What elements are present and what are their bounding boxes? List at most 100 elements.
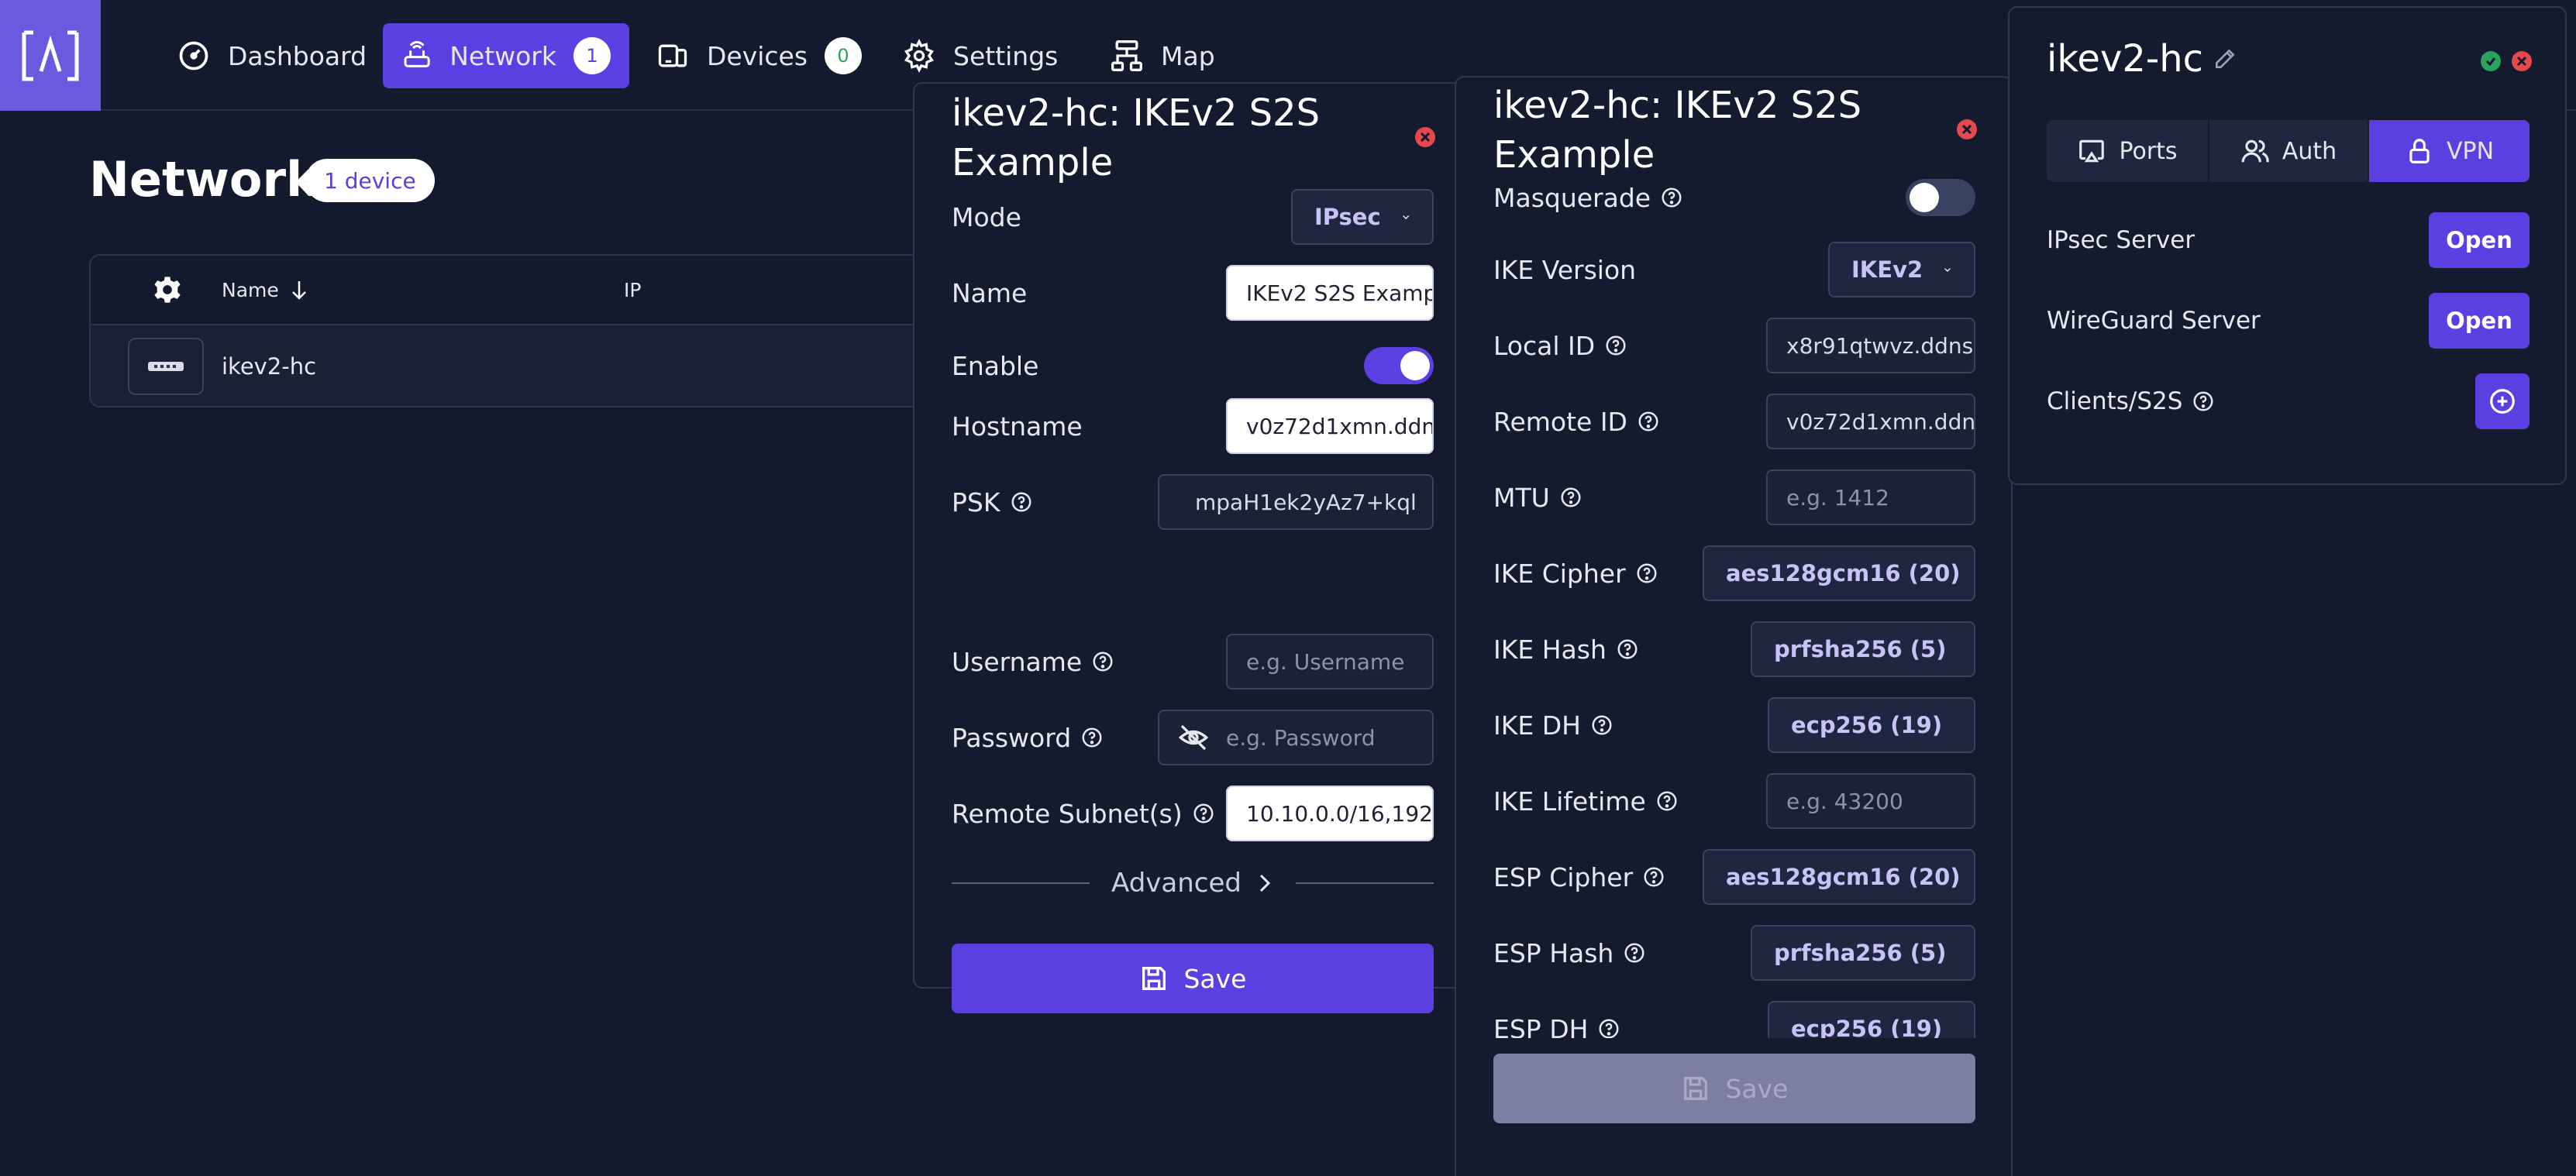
username-label: Username [952, 646, 1083, 677]
advanced-toggle[interactable]: Advanced [1090, 868, 1296, 899]
ike-dh-select[interactable]: ecp256 (19) [1768, 697, 1975, 753]
ipsec-server-label: IPsec Server [2047, 226, 2195, 254]
mtu-input[interactable]: e.g. 1412 [1766, 469, 1975, 525]
help-icon[interactable] [1559, 486, 1582, 509]
nav-settings[interactable]: Settings [883, 23, 1076, 88]
table-settings-gear-icon[interactable] [152, 274, 183, 305]
help-icon[interactable] [1604, 334, 1627, 357]
ike-save-button[interactable]: Save [1493, 1054, 1975, 1123]
local-id-input[interactable]: x8r91qtwvz.ddns. [1766, 318, 1975, 373]
esp-hash-label: ESP Hash [1493, 937, 1614, 968]
ike-hash-label: IKE Hash [1493, 634, 1607, 665]
ike-form-scroll[interactable]: Masquerade IKE Version IKEv2 Local ID x8… [1493, 77, 1975, 1038]
help-icon[interactable] [1590, 714, 1613, 737]
username-input[interactable]: e.g. Username [1226, 634, 1434, 689]
tab-ports[interactable]: Ports [2047, 120, 2209, 182]
password-field[interactable]: e.g. Password [1158, 710, 1434, 765]
tab-auth[interactable]: Auth [2209, 120, 2369, 182]
mtu-row: MTU e.g. 1412 [1493, 469, 1975, 525]
nav-map[interactable]: Map [1091, 23, 1234, 88]
ipsec-server-open-button[interactable]: Open [2429, 212, 2530, 268]
nav-devices[interactable]: Devices 0 [637, 23, 880, 88]
device-panel-close-button[interactable] [2512, 51, 2532, 71]
help-icon[interactable] [2192, 390, 2215, 413]
ike-hash-select[interactable]: prfsha256 (5) [1751, 621, 1975, 677]
advanced-label: Advanced [1111, 868, 1242, 899]
eye-off-icon[interactable] [1178, 722, 1209, 753]
esp-hash-row: ESP Hash prfsha256 (5) [1493, 925, 1975, 981]
password-label: Password [952, 722, 1072, 753]
wireguard-server-open-button[interactable]: Open [2429, 293, 2530, 349]
psk-field[interactable]: mpaH1ek2yAz7+kql [1158, 474, 1434, 530]
status-ok-indicator [2481, 51, 2501, 71]
nav-network[interactable]: Network 1 [383, 23, 629, 88]
remote-subnet-row: Remote Subnet(s) 10.10.0.0/16,192.16 [952, 786, 1434, 841]
close-icon [2516, 56, 2527, 67]
save-icon [1142, 967, 1166, 990]
help-icon[interactable] [1637, 410, 1660, 433]
ipsec-save-button[interactable]: Save [952, 944, 1434, 1013]
map-icon [1111, 40, 1142, 71]
remote-id-input[interactable]: v0z72d1xmn.ddns [1766, 394, 1975, 449]
mode-select-value: IPsec [1314, 204, 1381, 230]
device-panel: ikev2-hc Ports Auth VPN IPsec Server Ope… [2008, 6, 2567, 485]
esp-dh-value: ecp256 (19) [1791, 1016, 1943, 1038]
ipsec-form: Mode IPsec Name IKEv2 S2S Examp Enable H… [952, 84, 1434, 1013]
ike-lifetime-input[interactable]: e.g. 43200 [1766, 773, 1975, 829]
ike-dh-label: IKE DH [1493, 710, 1581, 741]
name-input[interactable]: IKEv2 S2S Examp [1226, 265, 1434, 321]
hostname-input[interactable]: v0z72d1xmn.ddns [1226, 398, 1434, 454]
column-header-name-label: Name [222, 279, 279, 301]
device-panel-title: ikev2-hc [2047, 37, 2204, 81]
column-header-name[interactable]: Name [222, 279, 308, 301]
ike-version-select[interactable]: IKEv2 [1828, 242, 1975, 297]
ike-cipher-select[interactable]: aes128gcm16 (20) [1703, 545, 1975, 601]
help-icon[interactable] [1010, 490, 1033, 514]
row-device-name: ikev2-hc [222, 353, 317, 380]
help-icon[interactable] [1635, 562, 1658, 585]
esp-hash-value: prfsha256 (5) [1774, 940, 1947, 966]
remote-id-label-group: Remote ID [1493, 407, 1660, 437]
username-row: Username e.g. Username [952, 634, 1434, 689]
help-icon[interactable] [1623, 941, 1646, 965]
nav-dashboard-label: Dashboard [228, 40, 367, 71]
save-icon [1684, 1077, 1708, 1100]
masquerade-toggle[interactable] [1906, 179, 1975, 216]
ike-cipher-label-group: IKE Cipher [1493, 559, 1658, 589]
table-row[interactable]: ikev2-hc [91, 325, 1018, 406]
help-icon[interactable] [1642, 865, 1665, 889]
esp-cipher-label-group: ESP Cipher [1493, 862, 1665, 892]
add-client-button[interactable] [2475, 373, 2530, 429]
enable-toggle[interactable] [1364, 347, 1434, 384]
remote-id-label: Remote ID [1493, 406, 1627, 437]
esp-hash-select[interactable]: prfsha256 (5) [1751, 925, 1975, 981]
pencil-edit-icon[interactable] [2213, 46, 2237, 71]
column-header-ip[interactable]: IP [624, 279, 641, 301]
ike-dh-label-group: IKE DH [1493, 710, 1613, 741]
tab-vpn-label: VPN [2446, 137, 2495, 165]
monitor-cast-icon [2079, 139, 2105, 163]
esp-dh-select[interactable]: ecp256 (19) [1768, 1001, 1975, 1038]
mode-select[interactable]: IPsec [1291, 189, 1434, 245]
help-icon[interactable] [1655, 789, 1679, 813]
help-icon[interactable] [1192, 802, 1215, 825]
help-icon[interactable] [1091, 650, 1114, 673]
nav-dashboard[interactable]: Dashboard [158, 23, 385, 88]
help-icon[interactable] [1080, 726, 1104, 749]
divider-line [952, 882, 1090, 884]
app-logo[interactable] [0, 0, 101, 111]
tab-vpn[interactable]: VPN [2369, 120, 2530, 182]
esp-cipher-select[interactable]: aes128gcm16 (20) [1703, 849, 1975, 905]
nav-map-label: Map [1161, 40, 1215, 71]
hostname-row: Hostname v0z72d1xmn.ddns [952, 398, 1434, 454]
ipsec-server-row: IPsec Server Open [2047, 209, 2530, 271]
help-icon[interactable] [1660, 186, 1683, 209]
masquerade-label: Masquerade [1493, 182, 1651, 213]
mtu-label-group: MTU [1493, 483, 1582, 513]
ike-cipher-label: IKE Cipher [1493, 558, 1626, 589]
check-icon [2485, 57, 2496, 67]
help-icon[interactable] [1616, 638, 1639, 661]
help-icon[interactable] [1597, 1017, 1620, 1038]
remote-subnet-input[interactable]: 10.10.0.0/16,192.16 [1226, 786, 1434, 841]
gear-icon [904, 39, 934, 73]
